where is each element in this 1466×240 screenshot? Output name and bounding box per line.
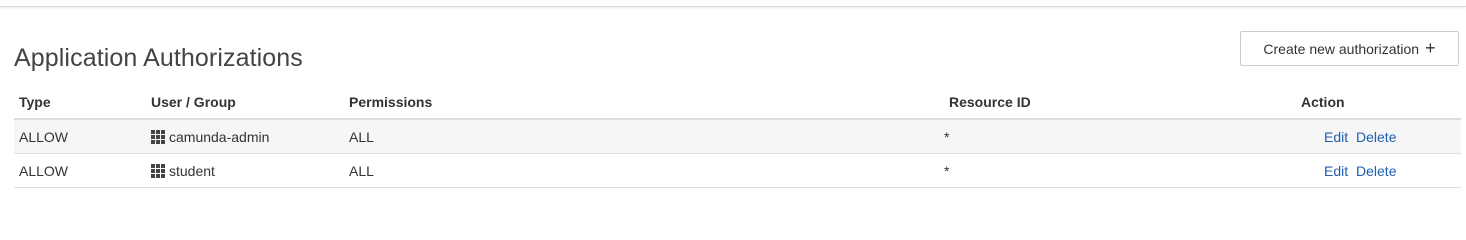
top-header-bar	[0, 0, 1466, 7]
user-group-cell: student	[151, 163, 215, 179]
permissions-cell: ALL	[349, 163, 374, 179]
table-header: Type User / Group Permissions Resource I…	[14, 85, 1461, 120]
user-group-cell: camunda-admin	[151, 129, 269, 145]
table-row: ALLOW camunda-admin ALL * Edit Delete	[14, 120, 1461, 154]
column-header-action: Action	[1301, 94, 1345, 110]
type-cell: ALLOW	[19, 129, 69, 145]
column-header-user-group[interactable]: User / Group	[151, 94, 236, 110]
plus-icon: +	[1425, 38, 1436, 58]
edit-link[interactable]: Edit	[1324, 163, 1348, 179]
edit-link[interactable]: Edit	[1324, 129, 1348, 145]
delete-link[interactable]: Delete	[1356, 129, 1396, 145]
delete-link[interactable]: Delete	[1356, 163, 1396, 179]
resource-id-cell: *	[944, 163, 950, 179]
column-header-resource-id[interactable]: Resource ID	[949, 94, 1031, 110]
authorizations-table: Type User / Group Permissions Resource I…	[14, 85, 1461, 188]
create-new-authorization-button[interactable]: Create new authorization +	[1240, 31, 1459, 66]
group-grid-icon	[151, 130, 165, 144]
type-cell: ALLOW	[19, 163, 69, 179]
action-cell: Edit Delete	[1324, 129, 1396, 145]
user-group-name: camunda-admin	[169, 129, 270, 145]
resource-id-cell: *	[944, 129, 950, 145]
action-cell: Edit Delete	[1324, 163, 1396, 179]
create-button-label: Create new authorization	[1263, 40, 1420, 57]
permissions-cell: ALL	[349, 129, 374, 145]
user-group-name: student	[169, 163, 215, 179]
page-title: Application Authorizations	[14, 44, 303, 72]
group-grid-icon	[151, 164, 165, 178]
table-row: ALLOW student ALL * Edit Delete	[14, 154, 1461, 188]
column-header-type[interactable]: Type	[19, 94, 51, 110]
column-header-permissions[interactable]: Permissions	[349, 94, 432, 110]
